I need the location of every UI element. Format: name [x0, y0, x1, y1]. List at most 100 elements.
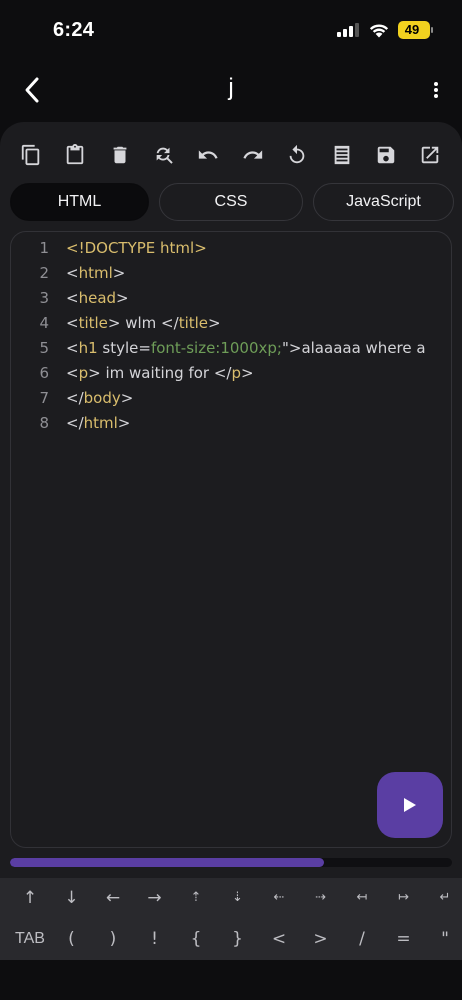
reload-icon [289, 144, 305, 164]
play-icon [404, 798, 416, 812]
line-number: 2 [39, 264, 49, 282]
tab-key[interactable]: TAB [10, 920, 50, 958]
equals-key[interactable]: = [386, 920, 422, 958]
code-token: > [112, 264, 126, 282]
line-start-key[interactable]: ↤ [344, 879, 380, 917]
battery-icon: 49 [398, 21, 433, 39]
code-text: <h1 style=font-size:1000xp;">alaaaaa whe… [66, 336, 426, 361]
code-token: < [66, 289, 79, 307]
tab-css[interactable]: CSS [159, 183, 303, 221]
code-token: > im waiting for </ [88, 364, 232, 382]
code-token: title [178, 314, 209, 332]
cellular-signal-icon [337, 23, 361, 37]
page-down-key[interactable]: ⇣ [220, 879, 256, 917]
exclamation-key[interactable]: ! [137, 920, 173, 958]
find-replace-icon [156, 147, 173, 164]
find-replace-button[interactable] [151, 142, 177, 168]
code-line[interactable]: 2 <html> [11, 261, 451, 286]
save-icon [377, 146, 395, 164]
open-brace-key[interactable]: { [178, 920, 214, 958]
slash-key[interactable]: / [344, 920, 380, 958]
arrow-down-key[interactable]: ↓ [54, 879, 90, 917]
copy-icon [21, 144, 40, 166]
redo-button[interactable] [240, 142, 266, 168]
code-line[interactable]: 6 <p> im waiting for </p> [11, 361, 451, 386]
code-token: </ [66, 414, 84, 432]
progress-bar [10, 858, 452, 867]
chevron-left-icon [25, 77, 39, 103]
code-line[interactable]: 1 <!DOCTYPE html> [11, 236, 451, 261]
delete-button[interactable] [107, 142, 133, 168]
arrow-up-key[interactable]: ↑ [12, 879, 48, 917]
close-paren-key[interactable]: ) [95, 920, 131, 958]
format-button[interactable] [329, 142, 355, 168]
home-key[interactable]: ⇠ [261, 879, 297, 917]
code-editor[interactable]: 1 <!DOCTYPE html> 2 <html> 3 <head> 4 <title> w… [10, 231, 452, 848]
page-up-key[interactable]: ⇡ [178, 879, 214, 917]
line-number: 6 [39, 364, 49, 382]
editor-toolbar [10, 142, 452, 168]
code-token: <!DOCTYPE html> [66, 239, 207, 257]
code-token: > [117, 414, 131, 432]
code-token: p [78, 364, 89, 382]
code-line[interactable]: 5 <h1 style=font-size:1000xp;">alaaaaa wh… [11, 336, 451, 361]
line-number: 3 [39, 289, 49, 307]
code-text: </html> [66, 411, 130, 436]
code-token: > wlm </ [107, 314, 179, 332]
status-time: 6:24 [53, 19, 95, 41]
end-key[interactable]: ⇢ [303, 879, 339, 917]
code-token: title [78, 314, 108, 332]
line-number: 8 [39, 414, 49, 432]
tab-html[interactable]: HTML [10, 183, 149, 221]
arrow-left-key[interactable]: ← [95, 879, 131, 917]
arrow-right-key[interactable]: → [137, 879, 173, 917]
code-token: html [78, 264, 113, 282]
paste-button[interactable] [62, 142, 88, 168]
code-token: > [241, 364, 254, 382]
code-line[interactable]: 7 </body> [11, 386, 451, 411]
reload-button[interactable] [284, 142, 310, 168]
back-button[interactable] [18, 72, 50, 108]
undo-button[interactable] [195, 142, 221, 168]
code-token: body [83, 389, 121, 407]
code-token: style= [97, 339, 151, 357]
code-line[interactable]: 4 <title> wlm </title> [11, 311, 451, 336]
code-text: <head> [66, 286, 129, 311]
line-end-key[interactable]: ↦ [386, 879, 422, 917]
more-options-button[interactable] [426, 76, 446, 104]
open-external-button[interactable] [417, 142, 443, 168]
less-than-key[interactable]: < [261, 920, 297, 958]
code-token: > [208, 314, 221, 332]
code-line[interactable]: 8 </html> [11, 411, 451, 436]
code-token: html [83, 414, 118, 432]
close-brace-key[interactable]: } [220, 920, 256, 958]
language-tabs: HTML CSS JavaScript [10, 183, 454, 221]
enter-key[interactable]: ↵ [427, 879, 462, 917]
tab-javascript[interactable]: JavaScript [313, 183, 454, 221]
quote-key[interactable]: " [427, 920, 462, 958]
battery-level: 49 [404, 22, 420, 37]
code-line[interactable]: 3 <head> [11, 286, 451, 311]
line-number: 7 [39, 389, 49, 407]
code-token: p [231, 364, 242, 382]
code-text: <p> im waiting for </p> [66, 361, 254, 386]
code-token: head [78, 289, 117, 307]
greater-than-key[interactable]: > [303, 920, 339, 958]
code-token: font-size:1000xp; [150, 339, 282, 357]
app-header: j [0, 62, 462, 118]
paste-icon [66, 144, 84, 165]
wifi-icon [369, 24, 389, 38]
code-token: </ [66, 389, 84, 407]
open-external-icon [421, 146, 439, 164]
progress-fill [10, 858, 324, 867]
open-paren-key[interactable]: ( [54, 920, 90, 958]
copy-button[interactable] [18, 142, 44, 168]
code-token: > [120, 389, 134, 407]
redo-icon [243, 150, 263, 159]
run-button[interactable] [377, 772, 443, 838]
code-token: > [116, 289, 129, 307]
save-button[interactable] [373, 142, 399, 168]
line-number: 4 [39, 314, 49, 332]
line-number: 1 [39, 239, 49, 257]
undo-icon [198, 150, 218, 159]
